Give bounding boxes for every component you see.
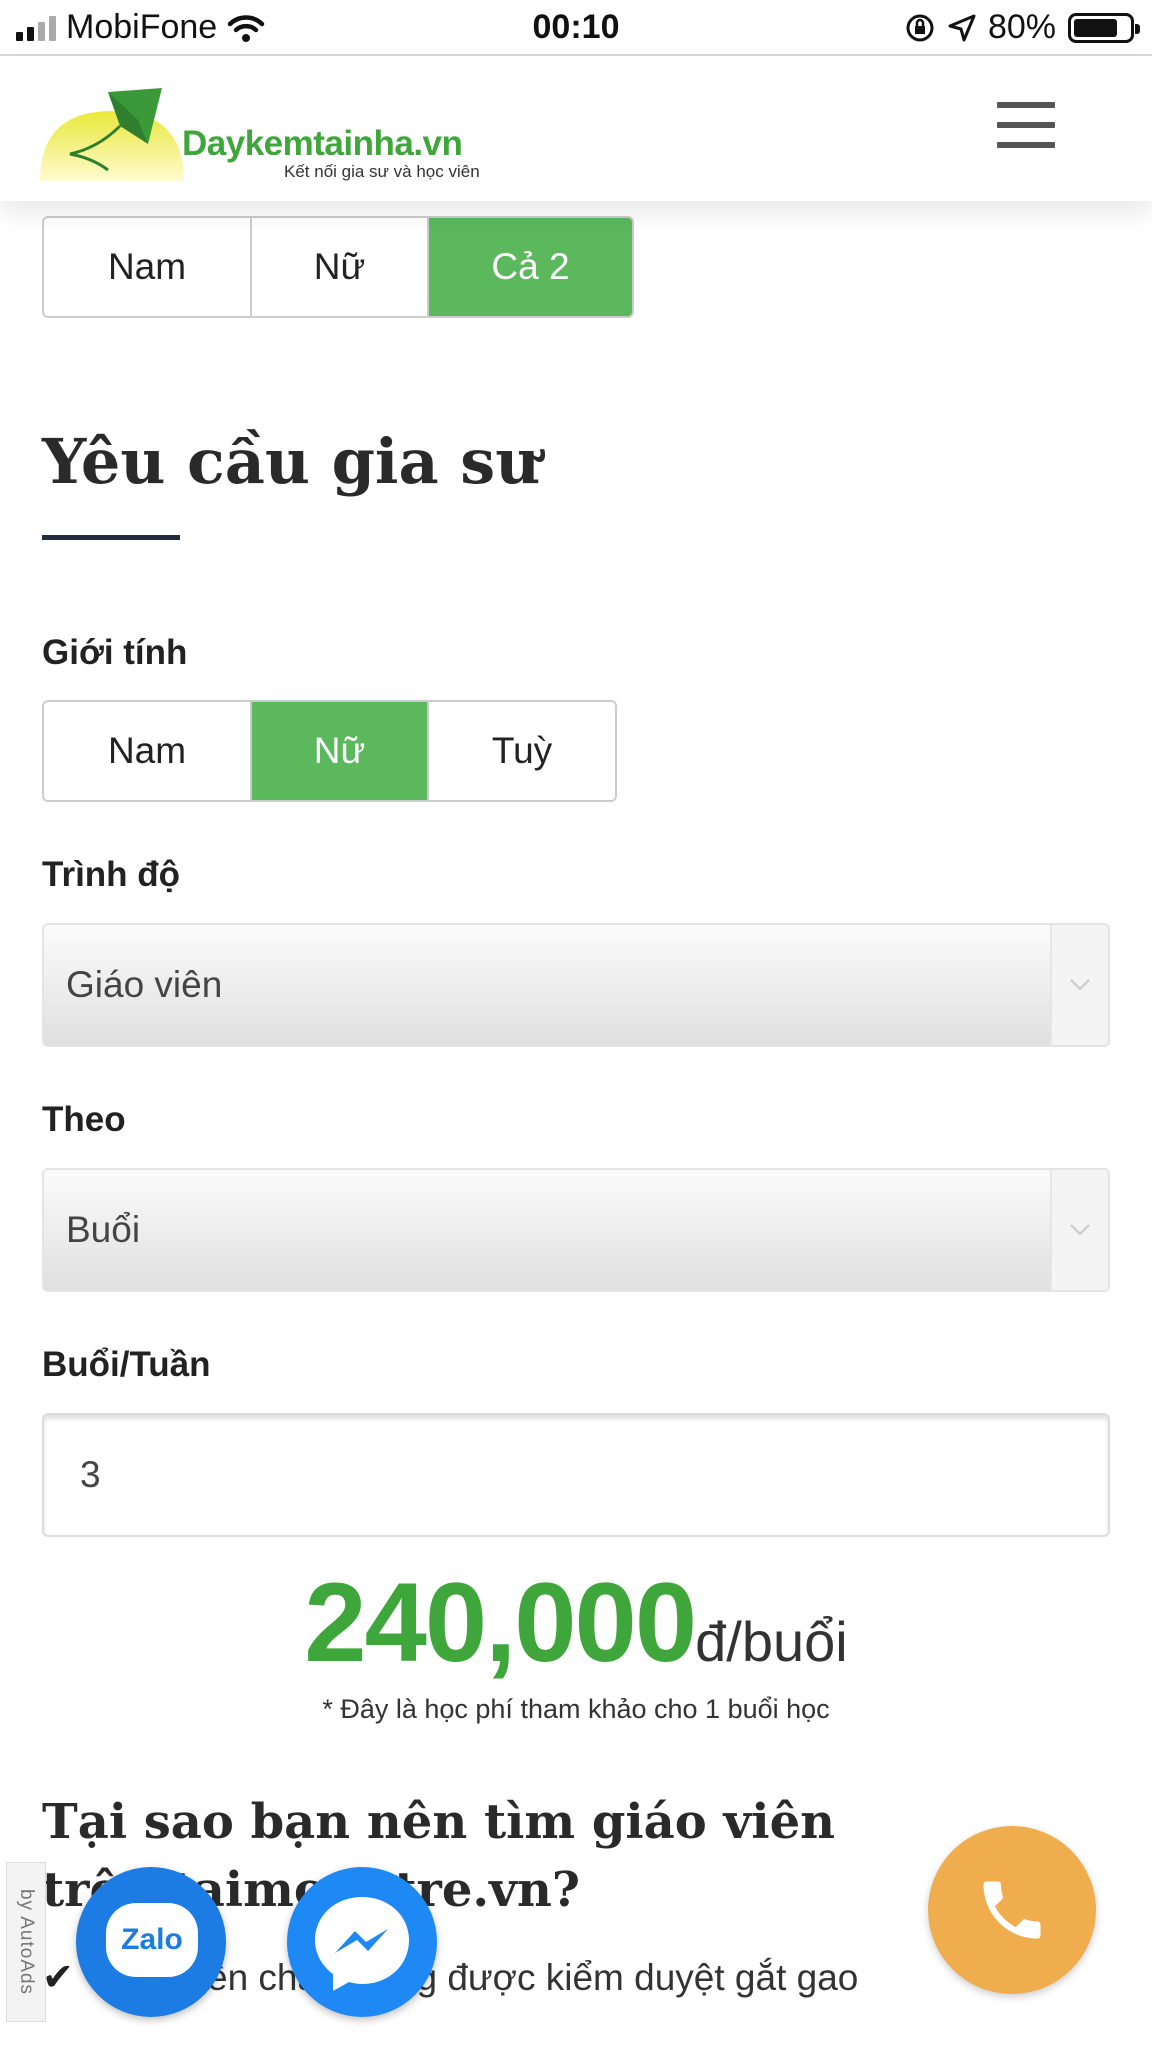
phone-icon: [983, 1881, 1041, 1939]
level-select-value: Giáo viên: [66, 964, 223, 1005]
status-right: 80%: [904, 8, 1140, 47]
chevron-down-icon: [1050, 1170, 1108, 1290]
sessions-label: Buổi/Tuần: [42, 1345, 211, 1384]
menu-bar: [997, 102, 1055, 108]
status-bar: MobiFone 00:10 80%: [0, 0, 1152, 56]
option-ca-2[interactable]: Cả 2: [429, 218, 632, 316]
logo-tagline: Kết nối gia sư và học viên: [284, 162, 480, 181]
by-label: Theo: [42, 1100, 126, 1139]
site-logo[interactable]: Daykemtainha.vn Kết nối gia sư và học vi…: [40, 86, 500, 181]
title-underline: [42, 535, 180, 540]
option-nu[interactable]: Nữ: [252, 702, 429, 800]
location-arrow-icon: [948, 14, 976, 41]
menu-toggle-button[interactable]: [997, 102, 1055, 148]
option-nam[interactable]: Nam: [44, 218, 252, 316]
level-select[interactable]: Giáo viên: [42, 923, 1110, 1047]
menu-bar: [997, 142, 1055, 148]
gender-label: Giới tính: [42, 633, 188, 672]
autoads-text: by AutoAds: [16, 1888, 37, 1996]
sessions-input[interactable]: 3: [42, 1413, 1110, 1537]
battery-icon: [1068, 12, 1140, 43]
rotation-lock-icon: [906, 14, 934, 41]
sessions-input-value: 3: [80, 1454, 101, 1495]
price-note: * Đây là học phí tham khảo cho 1 buổi họ…: [322, 1694, 830, 1724]
kite-logo-icon: [40, 88, 184, 181]
messenger-icon: [315, 1897, 409, 1991]
check-icon: ✔: [42, 1957, 74, 1999]
level-label: Trình độ: [42, 855, 181, 894]
chevron-down-icon: [1050, 925, 1108, 1045]
menu-bar: [997, 122, 1055, 128]
call-button[interactable]: [928, 1826, 1096, 1994]
zalo-label: Zalo: [121, 1923, 183, 1956]
by-select[interactable]: Buổi: [42, 1168, 1110, 1292]
messenger-chat-button[interactable]: [287, 1867, 437, 2017]
option-nam[interactable]: Nam: [44, 702, 252, 800]
zalo-icon: Zalo: [106, 1903, 198, 1977]
tutor-gender-segment: Nam Nữ Tuỳ: [42, 700, 617, 802]
site-header: Daykemtainha.vn Kết nối gia sư và học vi…: [0, 56, 1152, 201]
student-gender-segment: Nam Nữ Cả 2: [42, 216, 634, 318]
by-select-value: Buổi: [66, 1209, 141, 1250]
page-title: Yêu cầu gia sư: [42, 425, 541, 498]
autoads-badge[interactable]: by AutoAds: [6, 1862, 46, 2022]
price-unit: đ/buổi: [695, 1610, 848, 1673]
zalo-chat-button[interactable]: Zalo: [76, 1867, 226, 2017]
option-nu[interactable]: Nữ: [252, 218, 429, 316]
battery-percent: 80%: [987, 8, 1056, 46]
price-display: 240,000đ/buổi: [0, 1558, 1152, 1687]
logo-name: Daykemtainha.vn: [182, 124, 463, 163]
option-tuy[interactable]: Tuỳ: [429, 702, 615, 800]
price-amount: 240,000: [304, 1560, 697, 1685]
